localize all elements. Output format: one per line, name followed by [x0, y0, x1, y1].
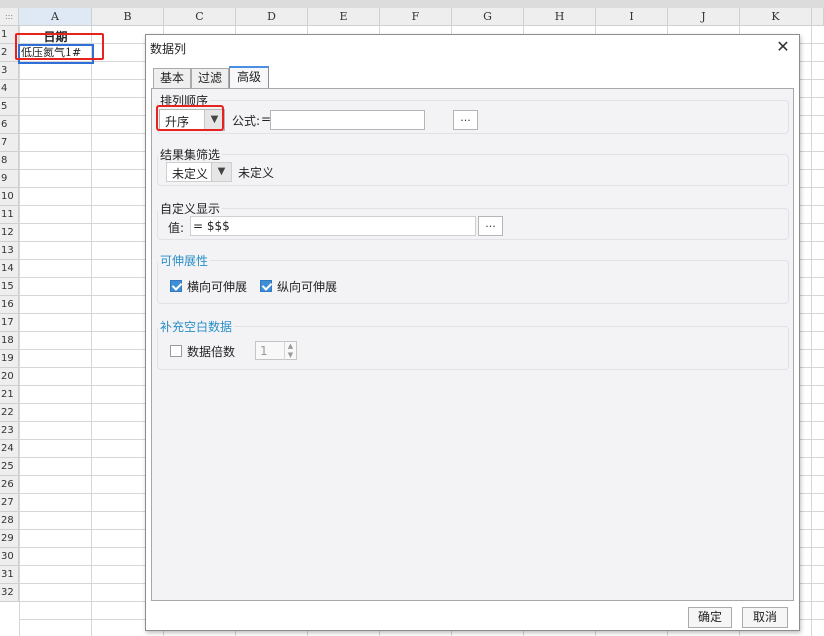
chevron-down-icon: ▼	[204, 110, 224, 130]
custom-value-input[interactable]: = $$$	[190, 216, 476, 236]
sort-group-title: 排列顺序	[158, 92, 211, 109]
row-header[interactable]: 30	[0, 548, 19, 566]
chevron-down-icon: ▼	[211, 163, 231, 181]
advanced-panel: 排列顺序 升序 ▼ 公式: = ... 结果集筛选 未定义 ▼ 未定义 自定义显…	[151, 88, 794, 601]
data-multiple-checkbox[interactable]	[170, 345, 182, 357]
col-header-d[interactable]: D	[236, 8, 308, 26]
data-multiple-label: 数据倍数	[187, 345, 236, 359]
tab-basic[interactable]: 基本	[153, 68, 191, 88]
top-strip	[0, 0, 824, 8]
row-header[interactable]: 31	[0, 566, 19, 584]
row-header[interactable]: 10	[0, 188, 19, 206]
sort-order-value: 升序	[165, 115, 190, 129]
horizontal-extend-label: 横向可伸展	[187, 280, 248, 294]
row-header[interactable]: 16	[0, 296, 19, 314]
fill-blank-group	[157, 326, 789, 370]
cancel-button[interactable]: 取消	[742, 607, 788, 628]
row-header[interactable]: 24	[0, 440, 19, 458]
row-header[interactable]: 15	[0, 278, 19, 296]
custom-display-title: 自定义显示	[158, 200, 223, 217]
data-multiple-value: 1	[260, 344, 268, 358]
row-header[interactable]: 2	[0, 44, 19, 62]
row-header[interactable]: 13	[0, 242, 19, 260]
row-header[interactable]: 3	[0, 62, 19, 80]
row-header[interactable]: 12	[0, 224, 19, 242]
row-header[interactable]: 28	[0, 512, 19, 530]
dialog-title: 数据列	[150, 42, 187, 56]
value-label: 值:	[168, 221, 185, 235]
row-header[interactable]: 17	[0, 314, 19, 332]
row-header[interactable]: 20	[0, 368, 19, 386]
row-header[interactable]: 32	[0, 584, 19, 602]
col-header-overflow	[812, 8, 824, 26]
sort-order-select[interactable]: 升序 ▼	[159, 109, 225, 131]
formula-input[interactable]	[270, 110, 425, 130]
row-header[interactable]: 27	[0, 494, 19, 512]
vertical-extend-checkbox[interactable]	[260, 280, 272, 292]
chevron-down-icon[interactable]: ▼	[284, 351, 296, 360]
row-header[interactable]: 8	[0, 152, 19, 170]
row-header[interactable]: 5	[0, 98, 19, 116]
col-header-g[interactable]: G	[452, 8, 524, 26]
col-header-e[interactable]: E	[308, 8, 380, 26]
filter-select-value: 未定义	[172, 167, 209, 181]
row-header[interactable]: 22	[0, 404, 19, 422]
row-header[interactable]: 1	[0, 26, 19, 44]
row-header[interactable]: 18	[0, 332, 19, 350]
extensible-group	[157, 260, 789, 304]
row-header[interactable]: 4	[0, 80, 19, 98]
row-header[interactable]: 29	[0, 530, 19, 548]
row-header[interactable]: 19	[0, 350, 19, 368]
close-icon[interactable]: ✕	[775, 38, 791, 56]
filter-group-title: 结果集筛选	[158, 146, 223, 163]
col-header-i[interactable]: I	[596, 8, 668, 26]
data-multiple-stepper[interactable]: 1 ▲ ▼	[255, 341, 297, 360]
data-column-dialog: 数据列 ✕ 基本 过滤 高级 排列顺序 升序 ▼ 公式: = ... 结果集筛选…	[145, 34, 800, 631]
extensible-title: 可伸展性	[158, 252, 211, 269]
row-header[interactable]: 25	[0, 458, 19, 476]
row-header[interactable]: 21	[0, 386, 19, 404]
row-header[interactable]: 11	[0, 206, 19, 224]
formula-more-button[interactable]: ...	[453, 110, 478, 130]
tab-advanced[interactable]: 高级	[229, 66, 269, 89]
col-header-a[interactable]: A	[19, 8, 92, 26]
cell-a1[interactable]: 日期	[19, 26, 92, 44]
col-header-h[interactable]: H	[524, 8, 596, 26]
formula-label: 公式:	[232, 114, 261, 128]
filter-status-label: 未定义	[238, 166, 275, 180]
cell-a2[interactable]: 低压氮气1#	[19, 44, 92, 62]
vertical-extend-label: 纵向可伸展	[277, 280, 338, 294]
ok-button[interactable]: 确定	[688, 607, 732, 628]
col-header-j[interactable]: J	[668, 8, 740, 26]
col-header-k[interactable]: K	[740, 8, 812, 26]
col-header-b[interactable]: B	[92, 8, 164, 26]
row-header[interactable]: 6	[0, 116, 19, 134]
row-header[interactable]: 23	[0, 422, 19, 440]
row-header[interactable]: 9	[0, 170, 19, 188]
col-header-c[interactable]: C	[164, 8, 236, 26]
row-header[interactable]: 7	[0, 134, 19, 152]
fill-blank-title: 补充空白数据	[158, 318, 235, 335]
filter-select[interactable]: 未定义 ▼	[166, 162, 232, 182]
dialog-titlebar[interactable]: 数据列 ✕	[146, 35, 799, 61]
col-header-f[interactable]: F	[380, 8, 452, 26]
tab-filter[interactable]: 过滤	[191, 68, 229, 88]
chevron-up-icon[interactable]: ▲	[284, 342, 296, 351]
horizontal-extend-checkbox[interactable]	[170, 280, 182, 292]
row-header[interactable]: 26	[0, 476, 19, 494]
custom-value-more-button[interactable]: ...	[478, 216, 503, 236]
select-all-corner[interactable]: :::	[0, 8, 19, 26]
row-header[interactable]: 14	[0, 260, 19, 278]
